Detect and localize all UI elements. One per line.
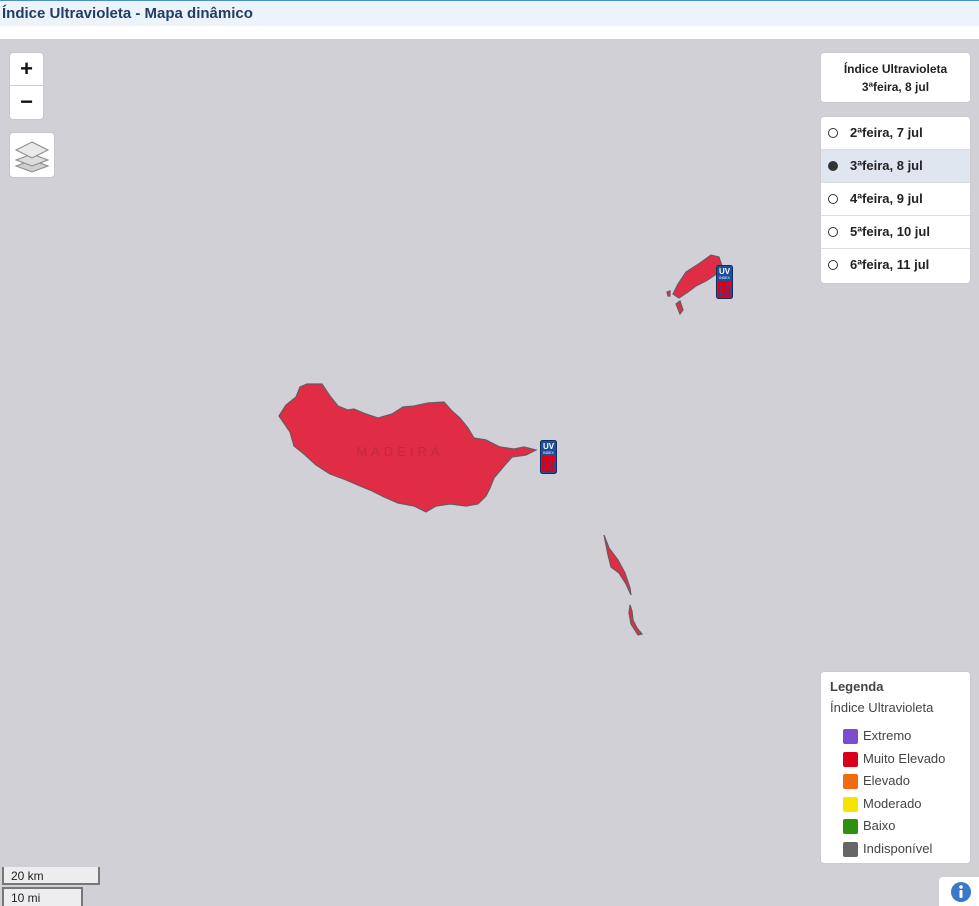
date-panel-title: Índice Ultravioleta [843, 62, 948, 76]
uv-badge-text: UV [543, 442, 555, 451]
day-label: 6ªfeira, 11 jul [850, 257, 930, 272]
legend-label: Baixo [863, 818, 896, 833]
radio-icon[interactable] [828, 227, 838, 237]
region-label: MADEIRA [356, 444, 443, 459]
day-option-1[interactable]: 2ªfeira, 7 jul [821, 117, 970, 150]
day-option-2[interactable]: 3ªfeira, 8 jul [821, 150, 970, 183]
layers-button[interactable] [9, 132, 55, 178]
day-option-5[interactable]: 6ªfeira, 11 jul [821, 249, 970, 282]
uv-value-text: 10 [541, 458, 555, 473]
legend-label: Elevado [863, 773, 910, 788]
legend-swatch [843, 842, 858, 857]
zoom-control: + − [9, 52, 44, 120]
zoom-in-button[interactable]: + [10, 53, 43, 86]
radio-selected-icon[interactable] [828, 161, 838, 171]
scale-bar-km: 20 km [2, 867, 100, 885]
legend-label: Indisponível [863, 841, 933, 856]
legend-swatch [843, 774, 858, 789]
day-label: 5ªfeira, 10 jul [850, 224, 930, 239]
legend-label: Muito Elevado [863, 751, 946, 766]
legend-label: Extremo [863, 728, 912, 743]
legend-subtitle: Índice Ultravioleta [830, 700, 934, 715]
uv-sub-text: INDEX [719, 276, 730, 280]
uv-sub-text: INDEX [543, 451, 554, 455]
legend-swatch [843, 752, 858, 767]
porto-santo-island[interactable] [672, 254, 723, 299]
scale-bar-mi: 10 mi [2, 887, 83, 906]
radio-icon[interactable] [828, 194, 838, 204]
uv-marker-porto-santo[interactable]: UV INDEX 10 [716, 265, 733, 299]
legend-label: Moderado [863, 796, 922, 811]
uv-value-text: 10 [717, 283, 731, 298]
uv-marker-madeira[interactable]: UV INDEX 10 [540, 440, 557, 474]
uv-badge-text: UV [719, 267, 731, 276]
date-panel-selected: 3ªfeira, 8 jul [861, 80, 930, 94]
legend-swatch [843, 729, 858, 744]
radio-icon[interactable] [828, 260, 838, 270]
islet-ferro [675, 300, 684, 316]
day-label: 2ªfeira, 7 jul [850, 125, 923, 140]
day-option-3[interactable]: 4ªfeira, 9 jul [821, 183, 970, 216]
islet-cima [666, 290, 671, 297]
radio-icon[interactable] [828, 128, 838, 138]
legend-swatch [843, 819, 858, 834]
layers-icon [14, 141, 50, 173]
legend-swatch [843, 797, 858, 812]
desertas-south[interactable] [628, 604, 644, 636]
legend-panel: Legenda Índice Ultravioleta Extremo Muit… [820, 671, 971, 864]
zoom-out-button[interactable]: − [10, 86, 43, 119]
info-button[interactable] [939, 877, 979, 906]
day-label: 4ªfeira, 9 jul [850, 191, 923, 206]
info-icon [951, 882, 971, 902]
title-bar: Índice Ultravioleta - Mapa dinâmico [0, 0, 979, 26]
day-label: 3ªfeira, 8 jul [850, 158, 923, 173]
desertas-north[interactable] [603, 534, 632, 596]
legend-title: Legenda [830, 679, 884, 694]
date-title-panel: Índice Ultravioleta 3ªfeira, 8 jul [820, 52, 971, 103]
map-canvas[interactable]: MADEIRA UV INDEX 10 UV INDEX 10 + − Índi… [0, 39, 979, 906]
page-title: Índice Ultravioleta - Mapa dinâmico [2, 5, 253, 22]
day-option-4[interactable]: 5ªfeira, 10 jul [821, 216, 970, 249]
day-selector: 2ªfeira, 7 jul 3ªfeira, 8 jul 4ªfeira, 9… [820, 116, 971, 284]
